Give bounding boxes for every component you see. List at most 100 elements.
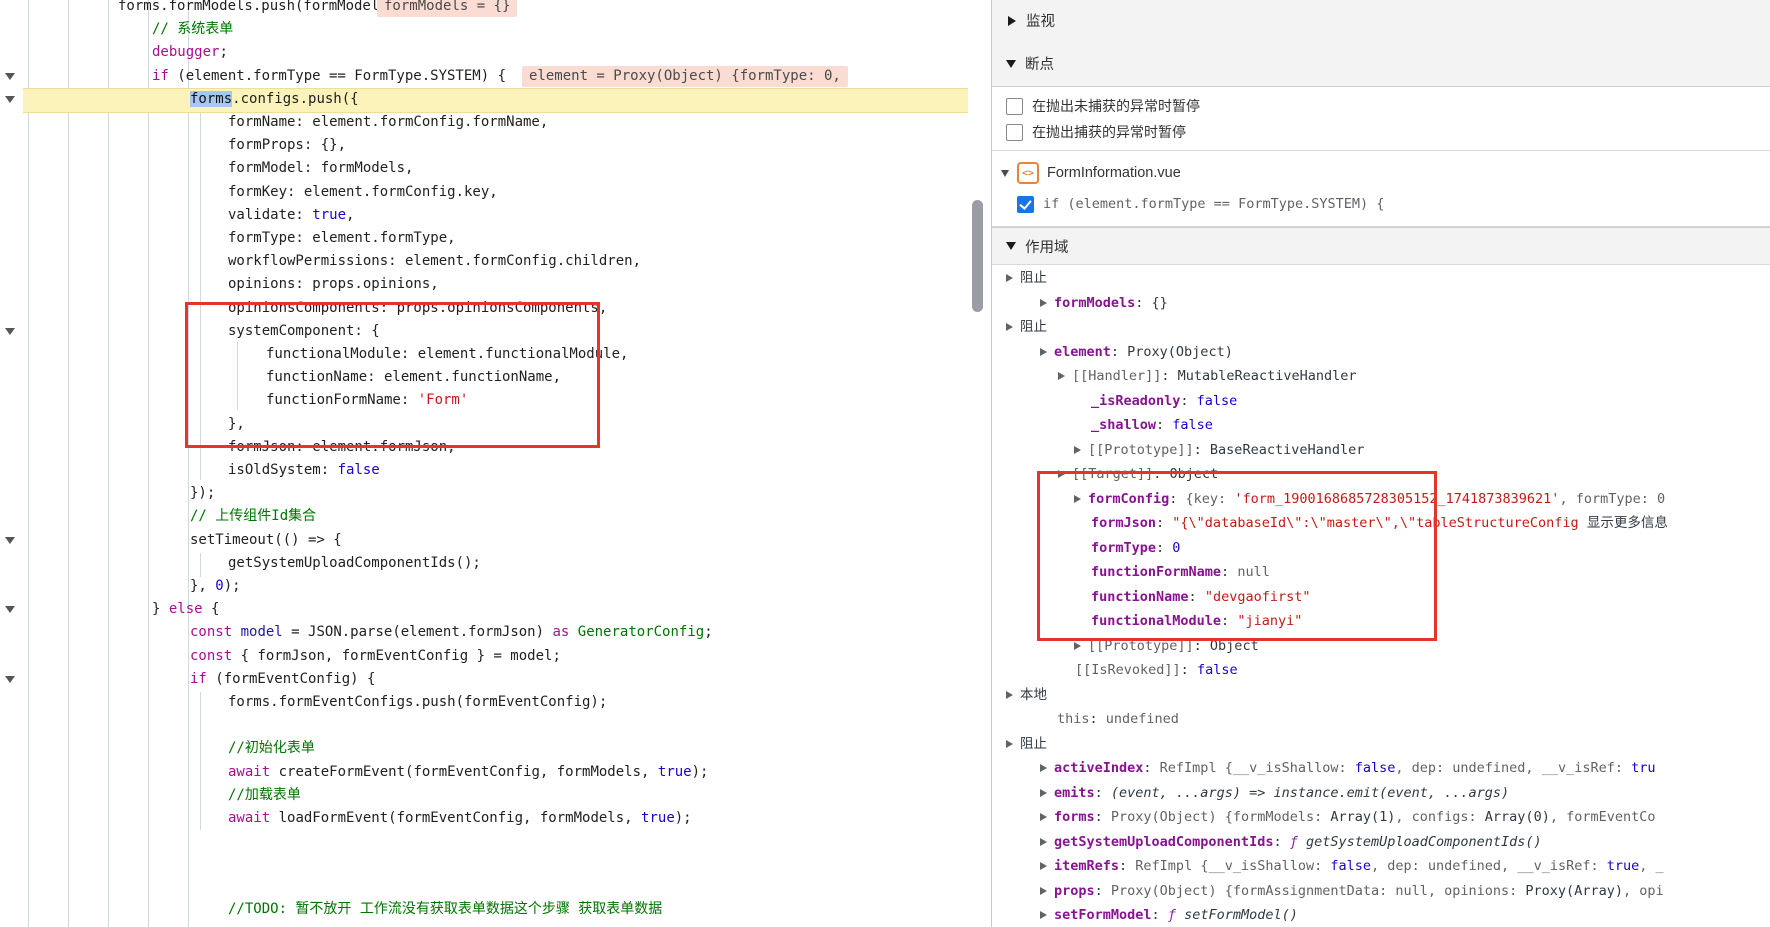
scope-tree-row[interactable]: [[Prototype]]: Object bbox=[992, 634, 1770, 659]
fold-arrow-icon[interactable] bbox=[5, 676, 15, 683]
scope-tree-row[interactable]: [[Prototype]]: BaseReactiveHandler bbox=[992, 438, 1770, 463]
code-line[interactable]: functionName: element.functionName, bbox=[266, 366, 561, 390]
scope-tree-row[interactable]: _isReadonly: false bbox=[992, 389, 1770, 414]
scrollbar-thumb[interactable] bbox=[972, 200, 983, 312]
scope-tree-row[interactable]: itemRefs: RefImpl {__v_isShallow: false,… bbox=[992, 854, 1770, 879]
expand-arrow-icon[interactable] bbox=[1074, 495, 1081, 503]
code-line[interactable]: //TODO: 暂不放开 工作流没有获取表单数据这个步骤 获取表单数据 bbox=[228, 898, 662, 922]
scope-tree-row[interactable]: functionName: "devgaofirst" bbox=[992, 585, 1770, 610]
code-line[interactable]: formJson: element.formJson, bbox=[228, 436, 456, 460]
code-line[interactable]: await createFormEvent(formEventConfig, f… bbox=[228, 761, 708, 785]
code-editor[interactable]: forms.formModels.push(formModels);// 系统表… bbox=[0, 0, 991, 927]
expand-arrow-icon[interactable] bbox=[1058, 372, 1065, 380]
code-line[interactable]: if (element.formType == FormType.SYSTEM)… bbox=[152, 65, 506, 89]
expand-arrow-icon[interactable] bbox=[1040, 911, 1047, 919]
code-line[interactable]: forms.configs.push({ bbox=[190, 88, 359, 112]
code-line[interactable]: await loadFormEvent(formEventConfig, for… bbox=[228, 807, 692, 831]
code-line[interactable]: isOldSystem: false bbox=[228, 459, 380, 483]
scope-tree-row[interactable]: formConfig: {key: 'form_1900168685728305… bbox=[992, 487, 1770, 512]
section-header-watch[interactable]: 监视 bbox=[992, 0, 1770, 42]
pause-caught-checkbox[interactable] bbox=[1006, 124, 1023, 141]
scope-tree-row[interactable]: emits: (event, ...args) => instance.emit… bbox=[992, 781, 1770, 806]
fold-arrow-icon[interactable] bbox=[5, 537, 15, 544]
code-line[interactable]: opinionsComponents: props.opinionsCompon… bbox=[228, 297, 607, 321]
code-line[interactable]: //初始化表单 bbox=[228, 737, 315, 761]
scope-tree-row[interactable]: formModels: {} bbox=[992, 291, 1770, 316]
code-line[interactable]: functionalModule: element.functionalModu… bbox=[266, 343, 628, 367]
scope-tree-row[interactable]: [[IsRevoked]]: false bbox=[992, 658, 1770, 683]
code-line[interactable]: forms.formModels.push(formModels); bbox=[118, 0, 405, 19]
section-header-scope[interactable]: 作用域 bbox=[992, 227, 1770, 265]
scope-tree-row[interactable]: [[Handler]]: MutableReactiveHandler bbox=[992, 364, 1770, 389]
code-line[interactable]: } else { bbox=[152, 598, 219, 622]
code-line[interactable]: formKey: element.formConfig.key, bbox=[228, 181, 498, 205]
pause-uncaught-row[interactable]: 在抛出未捕获的异常时暂停 bbox=[1006, 95, 1200, 117]
expand-arrow-icon[interactable] bbox=[1006, 691, 1013, 699]
code-line[interactable]: }); bbox=[190, 482, 215, 506]
code-line[interactable]: systemComponent: { bbox=[228, 320, 380, 344]
scope-tree-row[interactable]: 本地 bbox=[992, 683, 1770, 708]
scope-tree-row[interactable]: 阻止 bbox=[992, 266, 1770, 291]
code-line[interactable]: // 系统表单 bbox=[152, 18, 233, 42]
scope-tree-row[interactable]: activeIndex: RefImpl {__v_isShallow: fal… bbox=[992, 756, 1770, 781]
breakpoint-enabled-checkbox[interactable] bbox=[1017, 196, 1034, 213]
code-line[interactable]: //加载表单 bbox=[228, 784, 301, 808]
expand-arrow-icon[interactable] bbox=[1040, 813, 1047, 821]
code-line[interactable]: if (formEventConfig) { bbox=[190, 668, 375, 692]
code-line[interactable]: const model = JSON.parse(element.formJso… bbox=[190, 621, 713, 645]
fold-arrow-icon[interactable] bbox=[5, 96, 15, 103]
code-line[interactable]: opinions: props.opinions, bbox=[228, 273, 439, 297]
code-line[interactable]: setTimeout(() => { bbox=[190, 529, 342, 553]
expand-arrow-icon[interactable] bbox=[1040, 789, 1047, 797]
scope-tree-row[interactable]: props: Proxy(Object) {formAssignmentData… bbox=[992, 879, 1770, 904]
code-line[interactable]: const { formJson, formEventConfig } = mo… bbox=[190, 645, 561, 669]
expand-arrow-icon[interactable] bbox=[1006, 274, 1013, 282]
breakpoint-file-row[interactable]: <> FormInformation.vue bbox=[992, 161, 1181, 185]
breakpoint-entry-row[interactable]: if (element.formType == FormType.SYSTEM)… bbox=[1017, 193, 1384, 215]
expand-arrow-icon[interactable] bbox=[1040, 862, 1047, 870]
scope-tree-row[interactable]: 阻止 bbox=[992, 315, 1770, 340]
scope-tree-row[interactable]: functionalModule: "jianyi" bbox=[992, 609, 1770, 634]
fold-arrow-icon[interactable] bbox=[5, 328, 15, 335]
expand-arrow-icon[interactable] bbox=[1006, 740, 1013, 748]
editor-scrollbar[interactable] bbox=[969, 0, 990, 927]
code-line[interactable]: }, bbox=[228, 413, 245, 437]
scope-tree-row[interactable]: formJson: "{\"databaseId\":\"master\",\"… bbox=[992, 511, 1770, 536]
scope-tree-row[interactable]: setFormModel: ƒ setFormModel() bbox=[992, 903, 1770, 927]
scope-tree-row[interactable]: 阻止 bbox=[992, 732, 1770, 757]
scope-tree-row[interactable]: [[Target]]: Object bbox=[992, 462, 1770, 487]
chevron-down-icon[interactable] bbox=[1001, 170, 1009, 177]
scope-tree-row[interactable]: element: Proxy(Object) bbox=[992, 340, 1770, 365]
pause-caught-row[interactable]: 在抛出捕获的异常时暂停 bbox=[1006, 121, 1186, 143]
scope-tree-row[interactable]: this: undefined bbox=[992, 707, 1770, 732]
scope-tree-row[interactable]: _shallow: false bbox=[992, 413, 1770, 438]
expand-arrow-icon[interactable] bbox=[1074, 446, 1081, 454]
code-line[interactable]: formProps: {}, bbox=[228, 134, 346, 158]
expand-arrow-icon[interactable] bbox=[1040, 838, 1047, 846]
expand-arrow-icon[interactable] bbox=[1040, 348, 1047, 356]
expand-arrow-icon[interactable] bbox=[1058, 470, 1065, 478]
pause-uncaught-checkbox[interactable] bbox=[1006, 98, 1023, 115]
expand-arrow-icon[interactable] bbox=[1040, 299, 1047, 307]
code-line[interactable]: formModel: formModels, bbox=[228, 157, 413, 181]
expand-arrow-icon[interactable] bbox=[1040, 764, 1047, 772]
scope-tree-row[interactable]: functionFormName: null bbox=[992, 560, 1770, 585]
code-line[interactable]: // 上传组件Id集合 bbox=[190, 505, 316, 529]
code-line[interactable]: workflowPermissions: element.formConfig.… bbox=[228, 250, 641, 274]
scope-tree-row[interactable]: formType: 0 bbox=[992, 536, 1770, 561]
fold-arrow-icon[interactable] bbox=[5, 606, 15, 613]
scope-tree-row[interactable]: getSystemUploadComponentIds: ƒ getSystem… bbox=[992, 830, 1770, 855]
code-line[interactable]: debugger; bbox=[152, 41, 228, 65]
section-header-breakpoints[interactable]: 断点 bbox=[992, 41, 1770, 87]
expand-arrow-icon[interactable] bbox=[1006, 323, 1013, 331]
code-line[interactable]: validate: true, bbox=[228, 204, 354, 228]
code-line[interactable]: formName: element.formConfig.formName, bbox=[228, 111, 548, 135]
code-line[interactable]: forms.formEventConfigs.push(formEventCon… bbox=[228, 691, 607, 715]
code-line[interactable]: getSystemUploadComponentIds(); bbox=[228, 552, 481, 576]
code-line[interactable]: functionFormName: 'Form' bbox=[266, 389, 468, 413]
scope-tree-row[interactable]: forms: Proxy(Object) {formModels: Array(… bbox=[992, 805, 1770, 830]
expand-arrow-icon[interactable] bbox=[1040, 887, 1047, 895]
expand-arrow-icon[interactable] bbox=[1074, 642, 1081, 650]
code-line[interactable]: }, 0); bbox=[190, 575, 241, 599]
code-line[interactable]: formType: element.formType, bbox=[228, 227, 456, 251]
